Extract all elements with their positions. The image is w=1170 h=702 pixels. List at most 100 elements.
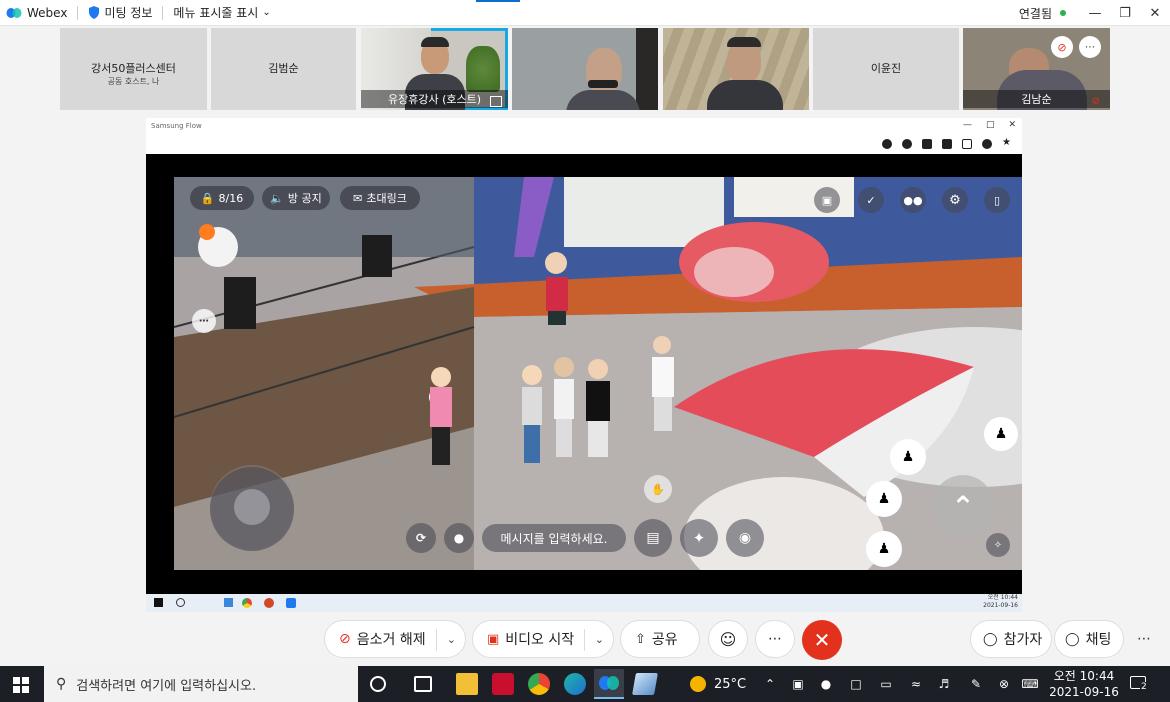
mcafee-icon[interactable] (492, 673, 514, 695)
shop-icon: ▣ (821, 193, 833, 207)
participant-tile[interactable]: ⊘ ⋯ 김남순 ⊘ (963, 28, 1110, 110)
friends-button[interactable]: ●● (900, 187, 926, 213)
panel-more-button[interactable]: ⋯ (1130, 620, 1158, 658)
cortana-icon[interactable] (370, 676, 386, 692)
item-button[interactable]: ▤ (634, 519, 672, 557)
emote-button[interactable]: ✦ (680, 519, 718, 557)
keyboard-icon[interactable]: ⌨ (1021, 676, 1038, 692)
mirroring-toolbar: ★ (146, 134, 1022, 154)
participant-tile[interactable]: 강서50플러스센터 공동 호스트, 나 (60, 28, 207, 110)
shirt-shape (566, 90, 640, 110)
toolbar-icon[interactable] (922, 139, 932, 149)
participant-tile-host[interactable]: 유장휴강사 (호스트) (361, 28, 508, 110)
chat-label: 채팅 (1085, 632, 1112, 648)
microphone-icon[interactable]: ● (818, 676, 834, 692)
pose-button[interactable]: ♟ (866, 531, 902, 567)
share-tray-icon[interactable]: □ (848, 676, 864, 692)
chevron-down-icon[interactable]: ⌄ (595, 633, 604, 646)
pose-button[interactable]: ♟ (890, 439, 926, 475)
meeting-info-button[interactable]: 미팅 정보 (88, 4, 152, 21)
gesture-button[interactable]: ✋ (644, 475, 672, 503)
toolbar-icon[interactable] (942, 139, 952, 149)
participant-tile[interactable]: 이윤진 (813, 28, 959, 110)
unmute-button[interactable]: ⊘ 음소거 해제 ⌄ (324, 620, 466, 658)
participant-tile[interactable] (512, 28, 658, 110)
weather-widget[interactable]: 25°C (690, 666, 746, 702)
checklist-button[interactable]: ✓ (858, 187, 884, 213)
restore-icon: ❐ (1119, 5, 1131, 21)
file-explorer-icon[interactable] (456, 673, 478, 695)
close-circle-icon[interactable]: ⊗ (996, 676, 1012, 692)
shield-icon (89, 6, 100, 19)
plant-shape (466, 46, 500, 92)
share-button[interactable]: ⇧ 공유 (620, 620, 700, 658)
star-icon[interactable]: ★ (1002, 138, 1012, 148)
settings-button[interactable]: ⚙ (942, 187, 968, 213)
participant-name: 유장휴강사 (호스트) (361, 90, 508, 108)
reactions-button[interactable]: ☺ (708, 620, 748, 658)
chat-button[interactable]: ◯ 채팅 (1054, 620, 1124, 658)
voice-button[interactable]: ● (444, 523, 474, 553)
start-video-button[interactable]: ▣ 비디오 시작 ⌄ (472, 620, 614, 658)
exit-button[interactable]: ▯ (984, 187, 1010, 213)
camera-icon[interactable]: ▣ (790, 676, 806, 692)
participant-tile[interactable]: 김범순 (211, 28, 356, 110)
temperature: 25°C (714, 676, 747, 692)
participant-tile[interactable] (663, 28, 809, 110)
camera-icon: ◉ (738, 530, 752, 546)
toolbar-icon[interactable] (902, 139, 912, 149)
chat-bubble-button[interactable]: ⋯ (192, 309, 216, 333)
more-options-button[interactable]: ⋯ (1079, 36, 1101, 58)
rotate-view-button[interactable]: ⟳ (406, 523, 436, 553)
pose-button[interactable]: ♟ (866, 481, 902, 517)
chevron-up-icon[interactable]: ⌃ (762, 676, 778, 692)
task-view-icon[interactable] (414, 676, 432, 692)
participants-button[interactable]: ◯ 참가자 (970, 620, 1052, 658)
gear-icon: ⚙ (949, 192, 961, 208)
chat-placeholder: 메시지를 입력하세요. (500, 531, 608, 546)
end-meeting-button[interactable]: ✕ (802, 620, 842, 660)
chat-message-input[interactable]: 메시지를 입력하세요. (482, 524, 626, 552)
more-options-button[interactable]: ⋯ (755, 620, 795, 658)
volume-icon[interactable]: ♬ (936, 676, 952, 692)
gear-icon[interactable] (982, 139, 992, 149)
minimize-button[interactable]: — (1080, 0, 1110, 26)
jump-button[interactable]: ⌃ (932, 475, 994, 537)
taskbar-clock[interactable]: 오전 10:44 2021-09-16 (1046, 668, 1122, 700)
connection-status[interactable]: 연결됨 (1019, 5, 1066, 22)
toolbar-icon[interactable] (882, 139, 892, 149)
smiley-icon: ☺ (719, 629, 737, 649)
effect-button[interactable]: ✧ (986, 533, 1010, 557)
invite-link-button[interactable]: ✉ 초대링크 (340, 186, 420, 210)
powerpoint-icon (264, 598, 274, 608)
camera-button[interactable]: ◉ (726, 519, 764, 557)
movement-joystick[interactable] (210, 467, 294, 551)
hair-shape (421, 37, 449, 47)
taskbar-search-box[interactable]: ⚲ 검색하려면 여기에 입력하십시오. (44, 666, 358, 702)
show-menu-bar-button[interactable]: 메뉴 표시줄 표시 ⌄ (173, 4, 270, 21)
windows-start-icon[interactable] (13, 677, 29, 693)
chevron-down-icon[interactable]: ⌄ (447, 633, 456, 646)
battery-icon[interactable]: ▭ (878, 676, 894, 692)
app-icon (224, 598, 233, 607)
room-count-badge[interactable]: 🔒 8/16 (190, 186, 254, 210)
restore-button[interactable]: ❐ (1110, 0, 1140, 26)
muted-mic-button[interactable]: ⊘ (1051, 36, 1073, 58)
edge-icon[interactable] (564, 673, 586, 695)
pose-button[interactable]: ♟ (984, 417, 1018, 451)
metaverse-game-view[interactable]: 🔒 8/16 🔈 방 공지 ✉ 초대링크 ▣ ✓ ●● ⚙ ▯ ⋯ ⟳ ● 메시… (174, 177, 1022, 570)
chevron-up-icon: ⌃ (951, 489, 975, 523)
close-icon: ✕ (1008, 120, 1016, 130)
wifi-icon[interactable]: ≈ (908, 676, 924, 692)
chrome-icon[interactable] (528, 673, 550, 695)
toolbar-icon[interactable] (962, 139, 972, 149)
notification-center-button[interactable]: 2 (1128, 674, 1150, 694)
pen-icon[interactable]: ✎ (968, 676, 984, 692)
sparkle-icon: ✧ (993, 539, 1003, 551)
close-icon: ✕ (813, 628, 831, 652)
app-icon[interactable] (632, 673, 658, 695)
notice-button[interactable]: 🔈 방 공지 (262, 186, 330, 210)
shop-button[interactable]: ▣ (814, 187, 840, 213)
webex-taskbar-button[interactable] (594, 669, 624, 699)
close-button[interactable]: ✕ (1140, 0, 1170, 26)
